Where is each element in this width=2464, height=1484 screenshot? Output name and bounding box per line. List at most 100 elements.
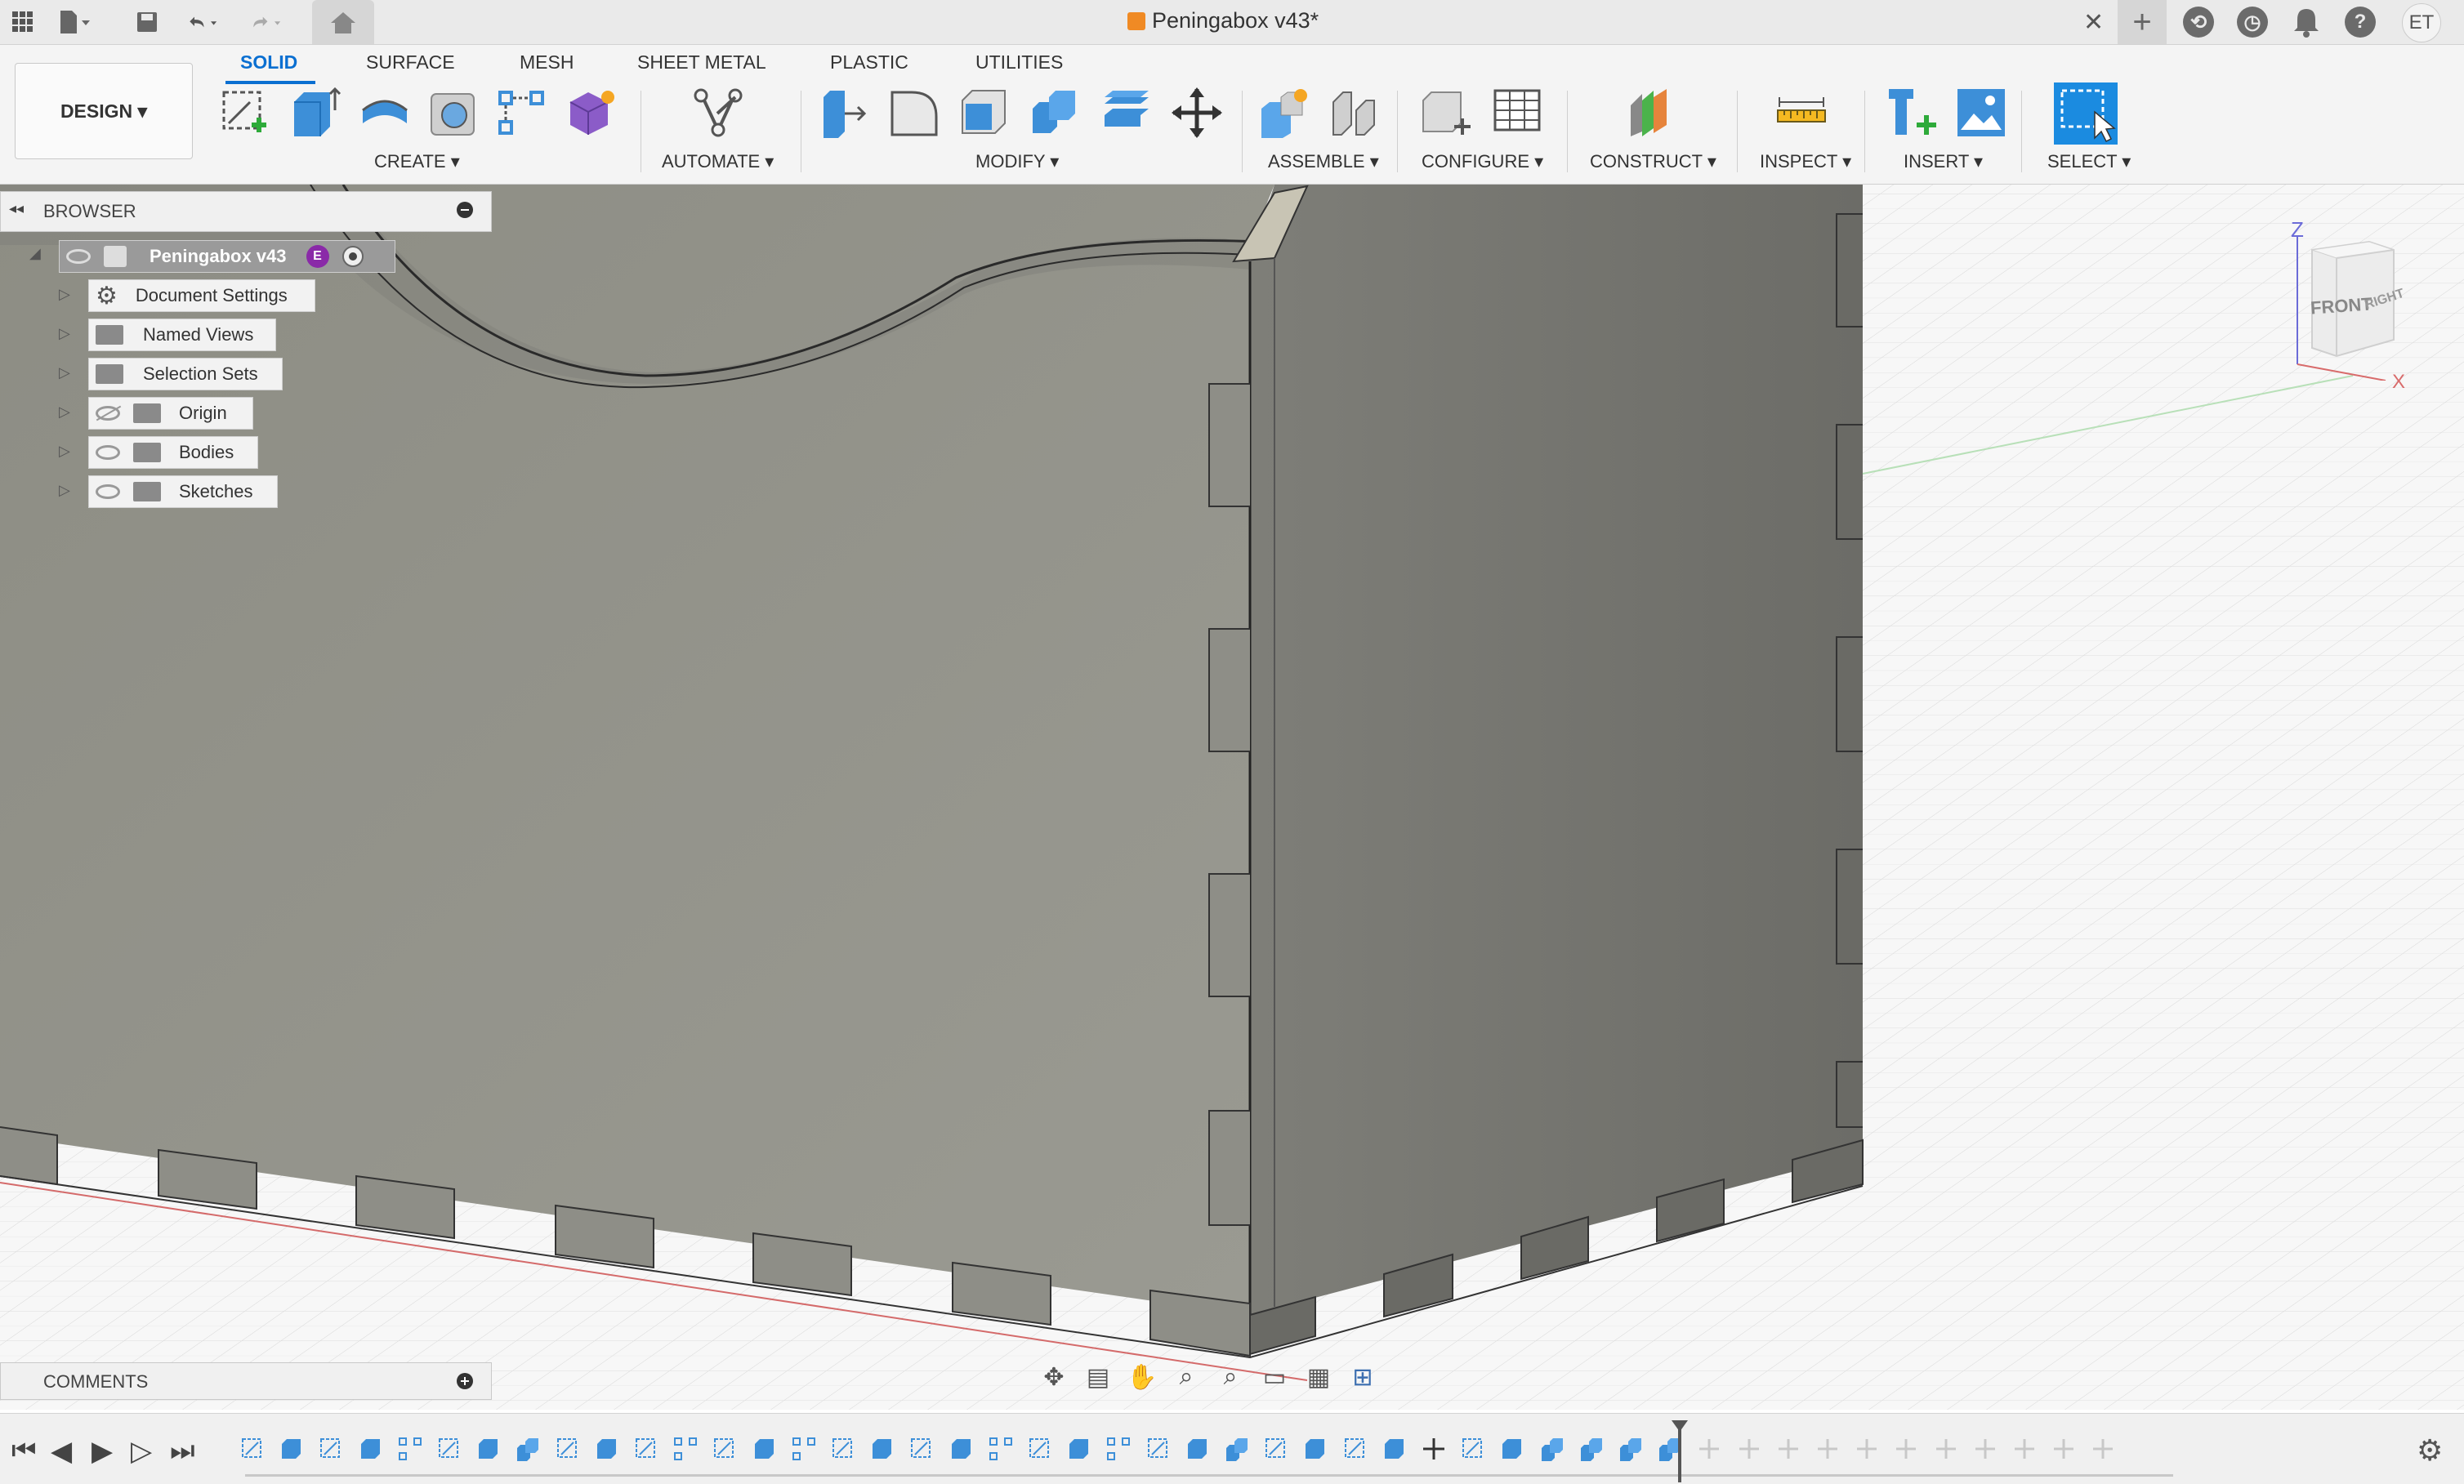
hole-icon[interactable]	[426, 86, 480, 140]
visibility-eye-icon[interactable]	[96, 445, 120, 460]
select-group-dropdown[interactable]: SELECT ▾	[2047, 151, 2131, 172]
new-tab-button[interactable]: +	[2118, 0, 2167, 44]
create-sketch-icon[interactable]	[217, 86, 271, 140]
timeline-sketch-icon[interactable]	[1028, 1437, 1052, 1461]
tab-sheet-metal[interactable]: SHEET METAL	[637, 51, 766, 74]
collapse-browser-icon[interactable]: ◂◂	[9, 200, 24, 217]
timeline-extrude-icon[interactable]	[1303, 1437, 1328, 1461]
combine-icon[interactable]	[1028, 86, 1082, 140]
extensions-icon[interactable]: ⟲	[2183, 7, 2214, 38]
tab-mesh[interactable]: MESH	[520, 51, 574, 74]
assemble-group-dropdown[interactable]: ASSEMBLE ▾	[1268, 151, 1379, 172]
timeline-sketch-icon[interactable]	[319, 1437, 343, 1461]
configuration-table-icon[interactable]	[1490, 86, 1544, 140]
3d-viewport[interactable]: Z X FRONT RIGHT	[0, 185, 2464, 1410]
grid-settings-icon[interactable]: ▦	[1302, 1361, 1335, 1393]
timeline-sketch-icon[interactable]	[556, 1437, 580, 1461]
timeline-next-icon[interactable]: ▷	[131, 1435, 152, 1468]
timeline-extrude-icon[interactable]	[476, 1437, 501, 1461]
home-tab[interactable]	[312, 0, 374, 44]
orbit-icon[interactable]: ✥	[1038, 1361, 1070, 1393]
inspect-group-dropdown[interactable]: INSPECT ▾	[1760, 151, 1851, 172]
timeline-ghost-icon[interactable]	[2091, 1437, 2115, 1461]
timeline-ghost-icon[interactable]	[1855, 1437, 1879, 1461]
timeline-sketch-icon[interactable]	[240, 1437, 265, 1461]
timeline-extrude-icon[interactable]	[359, 1437, 383, 1461]
tree-item-sketches[interactable]: Sketches	[88, 475, 278, 508]
timeline-marker-head[interactable]	[1672, 1420, 1688, 1432]
timeline-extrude-icon[interactable]	[752, 1437, 777, 1461]
redo-icon[interactable]	[250, 6, 283, 38]
save-icon[interactable]	[131, 6, 163, 38]
insert-group-dropdown[interactable]: INSERT ▾	[1904, 151, 1983, 172]
automate-group-dropdown[interactable]: AUTOMATE ▾	[662, 151, 774, 172]
timeline-first-icon[interactable]: ⏮	[11, 1435, 37, 1467]
timeline-last-icon[interactable]: ⏭	[170, 1435, 195, 1467]
timeline-sketch-icon[interactable]	[1264, 1437, 1288, 1461]
configure-icon[interactable]	[1418, 86, 1472, 140]
configure-group-dropdown[interactable]: CONFIGURE ▾	[1422, 151, 1543, 172]
timeline-sketch-icon[interactable]	[831, 1437, 855, 1461]
close-tab-button[interactable]: ✕	[2083, 8, 2104, 37]
tree-expand-icon[interactable]: ▷	[59, 403, 70, 421]
component-badge-icon[interactable]: E	[306, 245, 329, 268]
timeline-sketch-icon[interactable]	[1461, 1437, 1485, 1461]
timeline-extrude-icon[interactable]	[1500, 1437, 1524, 1461]
apps-grid-icon[interactable]	[7, 6, 39, 38]
timeline-pattern-icon[interactable]	[398, 1437, 422, 1461]
timeline-move-icon[interactable]	[1422, 1437, 1446, 1461]
timeline-ghost-icon[interactable]	[1934, 1437, 1958, 1461]
visibility-eye-icon[interactable]	[66, 249, 91, 264]
press-pull-icon[interactable]	[817, 86, 871, 140]
create-group-dropdown[interactable]: CREATE ▾	[374, 151, 460, 172]
shell-icon[interactable]	[957, 86, 1011, 140]
timeline-extrude-icon[interactable]	[595, 1437, 619, 1461]
tree-item-document-settings[interactable]: ⚙ Document Settings	[88, 279, 315, 312]
automate-icon[interactable]	[691, 86, 745, 140]
visibility-eye-icon[interactable]	[96, 484, 120, 499]
timeline-ghost-icon[interactable]	[2012, 1437, 2037, 1461]
timeline-sketch-icon[interactable]	[909, 1437, 934, 1461]
tree-expand-icon[interactable]: ▷	[59, 286, 70, 303]
pattern-icon[interactable]	[495, 86, 549, 140]
move-copy-icon[interactable]	[1170, 86, 1224, 140]
revolve-icon[interactable]	[358, 86, 412, 140]
timeline-ghost-icon[interactable]	[1697, 1437, 1721, 1461]
timeline-ghost-icon[interactable]	[1737, 1437, 1761, 1461]
model-canvas[interactable]	[0, 185, 2464, 1410]
bell-icon[interactable]	[2292, 7, 2320, 42]
timeline-extrude-icon[interactable]	[1067, 1437, 1091, 1461]
measure-icon[interactable]	[1774, 86, 1828, 140]
undo-icon[interactable]	[186, 6, 219, 38]
view-cube[interactable]: Z X FRONT RIGHT	[2288, 217, 2451, 393]
display-settings-icon[interactable]: ▭	[1258, 1361, 1291, 1393]
timeline-marker[interactable]	[1678, 1425, 1681, 1482]
insert-canvas-icon[interactable]	[1954, 86, 2008, 140]
timeline-pattern-icon[interactable]	[1106, 1437, 1131, 1461]
insert-derive-icon[interactable]	[1886, 86, 1940, 140]
timeline-sketch-icon[interactable]	[1146, 1437, 1171, 1461]
tree-root-item[interactable]: Peningabox v43 E	[59, 240, 395, 273]
tree-expand-root-icon[interactable]: ◢	[29, 245, 41, 262]
pan-icon[interactable]: ✋	[1126, 1361, 1158, 1393]
hidden-eye-icon[interactable]	[96, 405, 122, 421]
timeline-combine-icon[interactable]	[516, 1437, 540, 1461]
workspace-design-dropdown[interactable]: DESIGN ▾	[15, 63, 193, 159]
tree-expand-icon[interactable]: ▷	[59, 482, 70, 499]
timeline-sketch-icon[interactable]	[712, 1437, 737, 1461]
form-icon[interactable]	[565, 86, 619, 140]
timeline-previous-icon[interactable]: ◀	[51, 1435, 72, 1468]
timeline-combine-icon[interactable]	[1618, 1437, 1643, 1461]
timeline-ghost-icon[interactable]	[1815, 1437, 1840, 1461]
modify-group-dropdown[interactable]: MODIFY ▾	[975, 151, 1059, 172]
zoom-icon[interactable]: ⌕	[1170, 1361, 1203, 1393]
timeline-ghost-icon[interactable]	[1776, 1437, 1801, 1461]
timeline-play-icon[interactable]: ▶	[92, 1435, 113, 1468]
timeline-ghost-icon[interactable]	[1894, 1437, 1918, 1461]
timeline-extrude-icon[interactable]	[1185, 1437, 1210, 1461]
add-comment-icon[interactable]	[457, 1373, 473, 1389]
fit-icon[interactable]: ⌕	[1214, 1361, 1247, 1393]
timeline-pattern-icon[interactable]	[673, 1437, 698, 1461]
tree-item-bodies[interactable]: Bodies	[88, 436, 258, 469]
timeline-sketch-icon[interactable]	[437, 1437, 462, 1461]
